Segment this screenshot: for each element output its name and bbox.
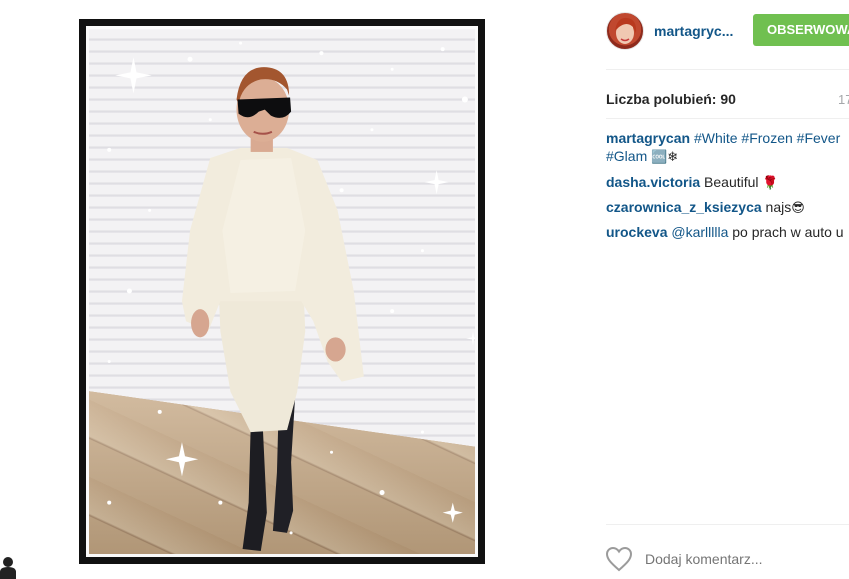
hashtag[interactable]: #Fever <box>797 130 841 146</box>
comment-author[interactable]: dasha.victoria <box>606 174 700 190</box>
post-timestamp[interactable]: 17 <box>838 92 849 107</box>
comment: urockeva @karllllla po prach w auto u <box>606 223 849 248</box>
header-divider <box>606 69 849 70</box>
sparkle-overlay <box>107 41 475 535</box>
comment-text: Beautiful <box>704 174 759 190</box>
photo-border <box>86 26 478 557</box>
emoji: 🆒❄ <box>651 150 679 165</box>
comment: dasha.victoria Beautiful 🌹 <box>606 173 849 198</box>
likes-divider <box>606 118 849 119</box>
actions-divider <box>606 524 849 525</box>
instagram-post-page: martagryc... OBSERWOWA Liczba polubień: … <box>0 0 849 579</box>
hashtag[interactable]: #Frozen <box>741 130 792 146</box>
emoji: 😎 <box>791 201 805 216</box>
comment-text: po prach w auto u <box>732 224 844 240</box>
comment-author[interactable]: martagrycan <box>606 130 690 146</box>
comment-author[interactable]: czarownica_z_ksiezyca <box>606 199 762 215</box>
profile-icon[interactable] <box>0 554 18 579</box>
follow-button[interactable]: OBSERWOWA <box>753 14 849 46</box>
hashtag[interactable]: #Glam <box>606 148 647 164</box>
comments-list: martagrycan #White #Frozen #Fever #Glam … <box>606 129 849 248</box>
hashtag[interactable]: #White <box>694 130 738 146</box>
author-username[interactable]: martagryc... <box>654 23 733 39</box>
comment: czarownica_z_ksiezyca najs😎 <box>606 198 849 223</box>
heart-icon[interactable] <box>605 546 633 572</box>
emoji: 🌹 <box>762 176 779 191</box>
likes-count[interactable]: Liczba polubień: 90 <box>606 91 736 107</box>
avatar[interactable] <box>606 12 644 50</box>
comment-input[interactable] <box>645 551 845 567</box>
caption-comment: martagrycan #White #Frozen #Fever #Glam … <box>606 129 849 173</box>
post-photo[interactable] <box>79 19 485 564</box>
comment-author[interactable]: urockeva <box>606 224 667 240</box>
user-mention[interactable]: @karllllla <box>671 224 728 240</box>
photo-image <box>89 29 475 554</box>
comment-text: najs <box>765 199 792 215</box>
